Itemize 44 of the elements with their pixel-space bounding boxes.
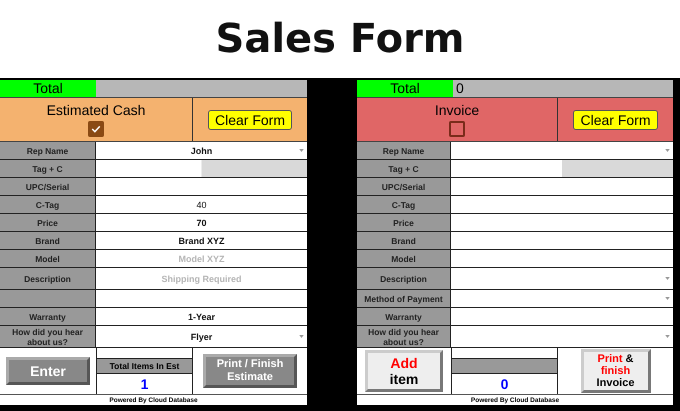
dropdown-icon[interactable] (665, 148, 670, 152)
finish-button[interactable]: Print & finish Invoice (580, 349, 650, 393)
field-label: Tag + C (0, 160, 96, 177)
field-label: C-Tag (357, 196, 451, 213)
finish-button[interactable]: Print / Finish Estimate (203, 354, 297, 388)
header-label: Invoice (434, 102, 480, 118)
field-label: Rep Name (0, 142, 96, 159)
header-label: Estimated Cash (46, 102, 146, 118)
field-label: Model (0, 250, 96, 267)
field-label: Tag + C (357, 160, 451, 177)
field-label: UPC/Serial (0, 178, 96, 195)
field-label: Brand (0, 232, 96, 249)
dropdown-icon[interactable] (665, 334, 670, 338)
field-label: Price (357, 214, 451, 231)
dropdown-icon[interactable] (665, 296, 670, 300)
checkbox[interactable] (88, 121, 104, 137)
field-label: Warranty (357, 308, 451, 325)
field-label: Price (0, 214, 96, 231)
field-label: How did you hear about us? (0, 326, 96, 347)
checkbox[interactable] (449, 121, 465, 137)
enter-button[interactable]: Enter (6, 357, 90, 385)
item-count: 0 (500, 375, 510, 394)
field-label: Model (357, 250, 451, 267)
field-label: Description (357, 268, 451, 289)
total-label: Total (357, 80, 453, 97)
field-label: UPC/Serial (357, 178, 451, 195)
clear-form-button[interactable]: Clear Form (573, 110, 658, 130)
page-title: Sales Form (216, 16, 464, 62)
field-label: Rep Name (357, 142, 451, 159)
field-label: Method of Payment (357, 290, 451, 307)
dropdown-icon[interactable] (299, 148, 304, 152)
add-button[interactable]: Add item (365, 350, 443, 392)
field-label: Warranty (0, 308, 96, 325)
field-label: Brand (357, 232, 451, 249)
dropdown-icon[interactable] (665, 276, 670, 280)
clear-form-button[interactable]: Clear Form (208, 110, 292, 130)
dropdown-icon[interactable] (299, 334, 304, 338)
counter-label: Total Items In Est (97, 359, 192, 374)
field-label: Description (0, 268, 96, 289)
field-label: C-Tag (0, 196, 96, 213)
item-count: 1 (140, 375, 150, 394)
total-label: Total (0, 80, 96, 97)
total-value: 0 (455, 80, 465, 97)
field-label: How did you hear about us? (357, 326, 451, 347)
